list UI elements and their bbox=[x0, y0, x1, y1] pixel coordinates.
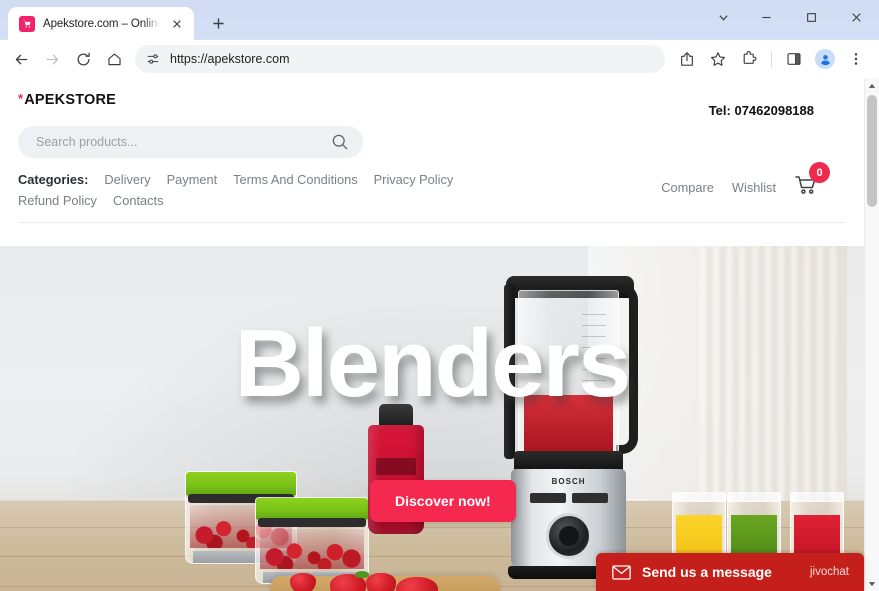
shopping-cart-favicon bbox=[19, 15, 35, 32]
container-seal bbox=[258, 518, 366, 527]
browser-window: Apekstore.com – Online shopping bbox=[0, 0, 879, 591]
glass-rim bbox=[791, 493, 843, 502]
tab-search-icon[interactable] bbox=[702, 0, 744, 34]
nav-link-compare[interactable]: Compare bbox=[661, 180, 714, 195]
address-bar-url: https://apekstore.com bbox=[170, 52, 290, 66]
blender-dial bbox=[545, 513, 592, 559]
back-arrow-icon[interactable] bbox=[6, 44, 36, 74]
puzzle-icon[interactable] bbox=[734, 44, 764, 74]
blender-buttons bbox=[529, 493, 608, 503]
site-nav: Categories: Delivery Payment Terms And C… bbox=[18, 162, 846, 208]
glass-rim bbox=[673, 493, 725, 502]
forward-arrow-icon[interactable] bbox=[37, 44, 67, 74]
nav-link-wishlist[interactable]: Wishlist bbox=[732, 180, 776, 195]
site-logo-text: APEKSTORE bbox=[24, 92, 117, 108]
nav-categories-label: Categories: bbox=[18, 172, 89, 187]
maximize-icon[interactable] bbox=[789, 0, 834, 34]
scrollbar-track[interactable] bbox=[865, 93, 879, 576]
strawberry bbox=[290, 573, 316, 591]
tab-close-icon[interactable] bbox=[168, 15, 186, 33]
nav-link-privacy-policy[interactable]: Privacy Policy bbox=[374, 172, 454, 187]
side-panel-icon[interactable] bbox=[779, 44, 809, 74]
discover-now-button[interactable]: Discover now! bbox=[370, 480, 516, 522]
bottle-label bbox=[375, 457, 417, 476]
jivochat-widget[interactable]: Send us a message jivochat bbox=[596, 553, 864, 591]
strawberry bbox=[366, 573, 396, 591]
glass-rim bbox=[728, 493, 780, 502]
envelope-icon bbox=[612, 564, 631, 580]
tab-strip: Apekstore.com – Online shopping bbox=[0, 0, 879, 40]
toolbar-right-actions bbox=[672, 44, 871, 74]
three-dot-menu-icon[interactable] bbox=[841, 44, 871, 74]
header-divider bbox=[18, 222, 846, 223]
browser-toolbar: https://apekstore.com bbox=[0, 40, 879, 78]
nav-link-contacts[interactable]: Contacts bbox=[113, 193, 164, 208]
nav-links: Categories: Delivery Payment Terms And C… bbox=[18, 172, 488, 208]
jivochat-message-label: Send us a message bbox=[642, 564, 772, 580]
address-bar[interactable]: https://apekstore.com bbox=[135, 45, 665, 73]
nav-link-payment[interactable]: Payment bbox=[167, 172, 218, 187]
share-icon[interactable] bbox=[672, 44, 702, 74]
close-icon[interactable] bbox=[834, 0, 879, 34]
reload-icon[interactable] bbox=[68, 44, 98, 74]
site-logo[interactable]: * APEKSTORE bbox=[18, 92, 116, 108]
hero-banner[interactable]: BOSCH Blenders Discover now! bbox=[0, 246, 864, 591]
container-lid-green bbox=[256, 498, 368, 521]
cart-count-badge: 0 bbox=[809, 162, 830, 183]
jivochat-left: Send us a message bbox=[612, 564, 772, 580]
scroll-down-arrow[interactable] bbox=[865, 576, 879, 591]
container-lid-green bbox=[186, 472, 296, 496]
search-input[interactable]: Search products... bbox=[18, 126, 363, 158]
logo-asterisk-icon: * bbox=[18, 91, 24, 106]
search-icon[interactable] bbox=[331, 133, 349, 151]
nav-right-actions: Compare Wishlist 0 bbox=[661, 162, 846, 202]
tune-icon[interactable] bbox=[145, 51, 161, 67]
avatar bbox=[815, 49, 835, 69]
hero-title: Blenders bbox=[234, 310, 632, 417]
window-controls bbox=[702, 0, 879, 34]
scrollbar-thumb[interactable] bbox=[867, 95, 877, 207]
jivochat-brand: jivochat bbox=[810, 566, 849, 578]
scroll-up-arrow[interactable] bbox=[865, 78, 879, 93]
cart-button[interactable]: 0 bbox=[794, 162, 830, 202]
home-icon[interactable] bbox=[99, 44, 129, 74]
nav-link-refund-policy[interactable]: Refund Policy bbox=[18, 193, 97, 208]
page-scrollbar[interactable] bbox=[864, 78, 879, 591]
tab-title: Apekstore.com – Online shopping bbox=[43, 17, 160, 30]
logo-row: * APEKSTORE Tel: 07462098188 bbox=[18, 92, 846, 118]
nav-link-delivery[interactable]: Delivery bbox=[104, 172, 150, 187]
search-placeholder: Search products... bbox=[36, 135, 138, 149]
minimize-icon[interactable] bbox=[744, 0, 789, 34]
telephone: Tel: 07462098188 bbox=[708, 103, 814, 118]
search-row: Search products... bbox=[18, 126, 846, 158]
nav-link-terms-and-conditions[interactable]: Terms And Conditions bbox=[233, 172, 357, 187]
profile-avatar-icon[interactable] bbox=[810, 44, 840, 74]
strawberry-leaf bbox=[355, 571, 369, 578]
web-page: * APEKSTORE Tel: 07462098188 Search prod… bbox=[0, 78, 864, 591]
page-viewport: * APEKSTORE Tel: 07462098188 Search prod… bbox=[0, 78, 879, 591]
browser-tab[interactable]: Apekstore.com – Online shopping bbox=[8, 7, 194, 40]
site-header: * APEKSTORE Tel: 07462098188 Search prod… bbox=[0, 78, 864, 223]
new-tab-button[interactable] bbox=[204, 9, 232, 37]
header-spacer bbox=[0, 223, 864, 246]
star-icon[interactable] bbox=[703, 44, 733, 74]
food-container-front bbox=[255, 497, 369, 584]
berries-in-container bbox=[260, 528, 364, 570]
bosch-logo: BOSCH bbox=[551, 477, 586, 486]
toolbar-separator bbox=[771, 51, 772, 67]
